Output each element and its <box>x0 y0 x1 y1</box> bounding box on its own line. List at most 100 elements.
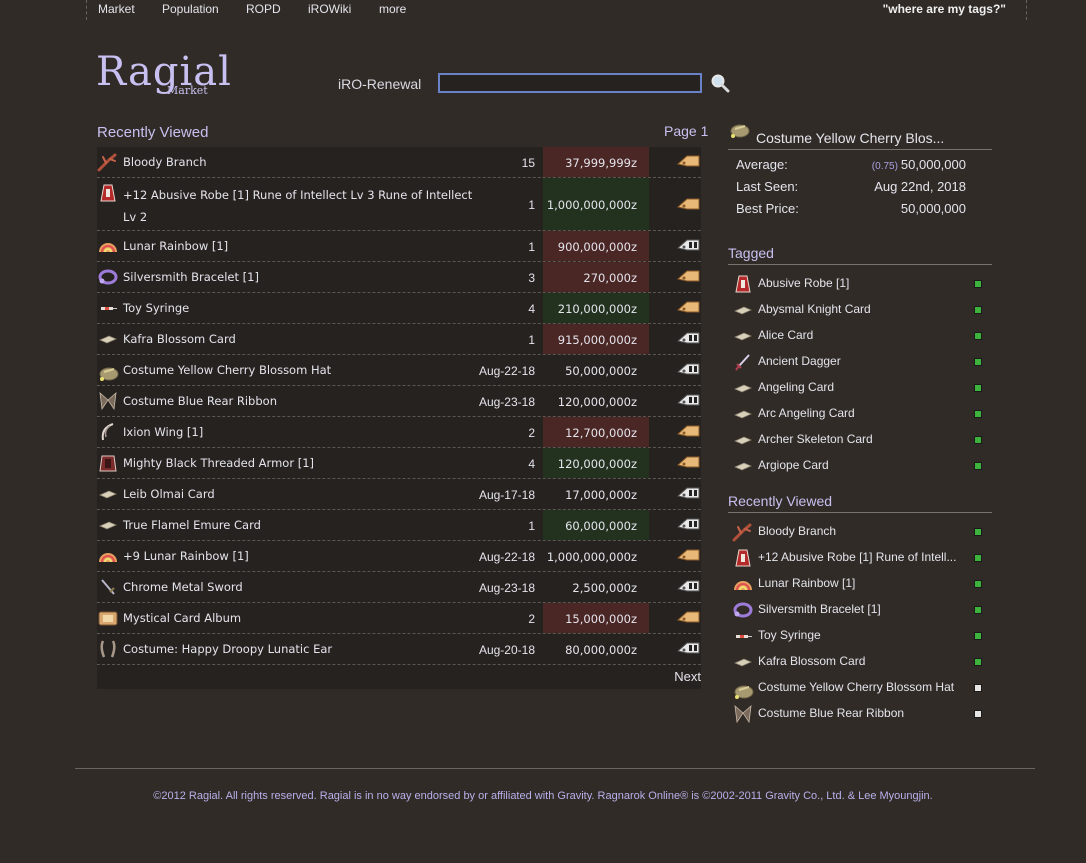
item-name-link[interactable]: +9 Lunar Rainbow [1] <box>123 549 249 563</box>
tag-icon[interactable] <box>675 452 701 474</box>
table-row[interactable]: Bloody Branch 15 37,999,999z <box>97 147 701 178</box>
side-list-item[interactable]: Ancient Dagger <box>730 350 990 372</box>
table-row[interactable]: Chrome Metal Sword Aug-23-18 2,500,000z <box>97 572 701 603</box>
item-name-link[interactable]: Silversmith Bracelet [1] <box>123 270 259 284</box>
side-list-item[interactable]: Silversmith Bracelet [1] <box>730 598 990 620</box>
side-list-item[interactable]: Arc Angeling Card <box>730 402 990 424</box>
side-item-label[interactable]: Kafra Blossom Card <box>758 654 865 668</box>
side-list-item[interactable]: Costume Yellow Cherry Blossom Hat <box>730 676 990 699</box>
tag-icon[interactable] <box>675 297 701 319</box>
tag-icon[interactable] <box>675 421 701 443</box>
item-name-link[interactable]: Bloody Branch <box>123 155 206 169</box>
nav-ropd-link[interactable]: ROPD <box>246 2 281 16</box>
table-row[interactable]: Mighty Black Threaded Armor [1] 4 120,000,… <box>97 448 701 479</box>
side-item-label[interactable]: Silversmith Bracelet [1] <box>758 602 881 616</box>
table-row[interactable]: Leib Olmai Card Aug-17-18 17,000,000z <box>97 479 701 510</box>
logo-subtitle: Market <box>167 84 208 97</box>
side-list-item[interactable]: Lunar Rainbow [1] <box>730 572 990 594</box>
item-name-link[interactable]: Chrome Metal Sword <box>123 580 243 594</box>
nav-market-link[interactable]: Market <box>98 2 135 16</box>
table-row[interactable]: Costume Blue Rear Ribbon Aug-23-18 120,000… <box>97 386 701 417</box>
search-input[interactable] <box>438 73 702 93</box>
side-item-label[interactable]: Argiope Card <box>758 458 829 472</box>
side-item-label[interactable]: Costume Yellow Cherry Blossom Hat <box>758 680 954 694</box>
table-row[interactable]: True Flamel Emure Card 1 60,000,000z <box>97 510 701 541</box>
last-seen-label: Last Seen: <box>736 179 799 194</box>
table-row[interactable]: Kafra Blossom Card 1 915,000,000z <box>97 324 701 355</box>
nav-irowiki-link[interactable]: iROWiki <box>308 2 351 16</box>
table-row[interactable]: +12 Abusive Robe [1] Rune of Intellect L… <box>97 178 701 231</box>
side-list-item[interactable]: +12 Abusive Robe [1] Rune of Intell... <box>730 546 990 568</box>
site-logo[interactable]: Ragial <box>96 50 232 94</box>
side-item-label[interactable]: Lunar Rainbow [1] <box>758 576 855 590</box>
status-indicator <box>974 580 982 588</box>
item-name-link[interactable]: True Flamel Emure Card <box>123 518 261 532</box>
sword-icon <box>97 577 119 597</box>
side-item-label[interactable]: +12 Abusive Robe [1] Rune of Intell... <box>758 550 956 564</box>
side-item-label[interactable]: Bloody Branch <box>758 524 836 538</box>
side-item-label[interactable]: Alice Card <box>758 328 813 342</box>
item-name-link[interactable]: +12 Abusive Robe [1] Rune of Intellect L… <box>123 184 473 228</box>
side-list-item[interactable]: Abysmal Knight Card <box>730 298 990 320</box>
side-list-item[interactable]: Costume Blue Rear Ribbon <box>730 702 990 724</box>
side-list-item[interactable]: Argiope Card <box>730 454 990 476</box>
table-row[interactable]: Toy Syringe 4 210,000,000z <box>97 293 701 324</box>
item-name-link[interactable]: Mystical Card Album <box>123 611 241 625</box>
tag-icon[interactable] <box>675 328 701 350</box>
side-list-item[interactable]: Bloody Branch <box>730 520 990 542</box>
where-are-my-tags-link[interactable]: "where are my tags?" <box>883 2 1006 16</box>
side-list-item[interactable]: Alice Card <box>730 324 990 346</box>
tag-icon[interactable] <box>675 638 701 660</box>
tag-icon[interactable] <box>675 151 701 173</box>
side-item-label[interactable]: Arc Angeling Card <box>758 406 855 420</box>
table-row[interactable]: Mystical Card Album 2 15,000,000z <box>97 603 701 634</box>
table-row[interactable]: Lunar Rainbow [1] 1 900,000,000z <box>97 231 701 262</box>
item-name-link[interactable]: Costume Blue Rear Ribbon <box>123 394 277 408</box>
tag-icon[interactable] <box>675 194 701 216</box>
search-icon[interactable] <box>710 73 730 93</box>
status-indicator <box>974 554 982 562</box>
tag-icon[interactable] <box>675 266 701 288</box>
item-name-link[interactable]: Costume Yellow Cherry Blossom Hat <box>123 363 331 377</box>
item-name-link[interactable]: Ixion Wing [1] <box>123 425 203 439</box>
item-name-link[interactable]: Costume: Happy Droopy Lunatic Ear <box>123 642 332 656</box>
side-list-item[interactable]: Kafra Blossom Card <box>730 650 990 672</box>
side-item-label[interactable]: Abusive Robe [1] <box>758 276 849 290</box>
page-indicator-link[interactable]: Page 1 <box>664 123 708 139</box>
side-list-item[interactable]: Toy Syringe <box>730 624 990 646</box>
item-name-link[interactable]: Mighty Black Threaded Armor [1] <box>123 456 314 470</box>
tag-icon[interactable] <box>675 359 701 381</box>
next-page-link[interactable]: Next <box>674 669 701 684</box>
side-item-label[interactable]: Angeling Card <box>758 380 834 394</box>
nav-more-link[interactable]: more <box>379 2 406 16</box>
side-list-item[interactable]: Archer Skeleton Card <box>730 428 990 450</box>
table-row[interactable]: Silversmith Bracelet [1] 3 270,000z <box>97 262 701 293</box>
item-price-cell: 2,500,000z <box>543 572 649 602</box>
side-item-label[interactable]: Ancient Dagger <box>758 354 841 368</box>
item-name-link[interactable]: Kafra Blossom Card <box>123 332 236 346</box>
side-item-label[interactable]: Archer Skeleton Card <box>758 432 873 446</box>
tag-icon[interactable] <box>675 390 701 412</box>
ribbon-icon <box>732 704 752 724</box>
side-item-label[interactable]: Toy Syringe <box>758 628 821 642</box>
nav-population-link[interactable]: Population <box>162 2 219 16</box>
side-item-label[interactable]: Abysmal Knight Card <box>758 302 871 316</box>
table-row[interactable]: Costume Yellow Cherry Blossom Hat Aug-22-… <box>97 355 701 386</box>
side-list-item[interactable]: Abusive Robe [1] <box>730 272 990 294</box>
tag-icon[interactable] <box>675 607 701 629</box>
item-name-link[interactable]: Leib Olmai Card <box>123 487 215 501</box>
table-row[interactable]: Ixion Wing [1] 2 12,700,000z <box>97 417 701 448</box>
side-item-label[interactable]: Costume Blue Rear Ribbon <box>758 706 904 720</box>
tag-icon[interactable] <box>675 545 701 567</box>
tag-icon[interactable] <box>675 576 701 598</box>
table-row[interactable]: +9 Lunar Rainbow [1] Aug-22-18 1,000,000,0… <box>97 541 701 572</box>
server-label: iRO-Renewal <box>338 76 422 92</box>
item-name-link[interactable]: Toy Syringe <box>123 301 189 315</box>
tag-icon[interactable] <box>675 514 701 536</box>
syringe-icon <box>97 298 119 318</box>
tag-icon[interactable] <box>675 235 701 257</box>
item-name-link[interactable]: Lunar Rainbow [1] <box>123 239 228 253</box>
table-row[interactable]: Costume: Happy Droopy Lunatic Ear Aug-20-… <box>97 634 701 665</box>
tag-icon[interactable] <box>675 483 701 505</box>
side-list-item[interactable]: Angeling Card <box>730 376 990 398</box>
